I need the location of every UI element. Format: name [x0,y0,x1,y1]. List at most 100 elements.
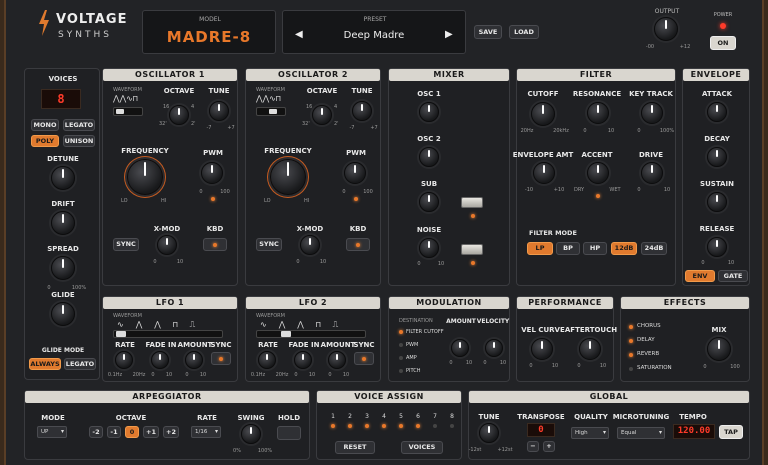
dest-amp[interactable]: AMP [406,355,417,361]
glide-knob[interactable] [51,302,75,326]
keytrack-knob[interactable] [641,102,663,124]
osc2-xmod-knob[interactable] [300,235,320,255]
aftertouch-knob[interactable] [579,338,601,360]
drift-knob[interactable] [51,211,75,235]
arp-hold-button[interactable] [277,426,301,440]
osc1-pwm-knob[interactable] [201,162,223,184]
env-button[interactable]: ENV [685,270,715,282]
always-button[interactable]: ALWAYS [29,358,61,370]
mix-knob[interactable] [707,337,731,361]
osc2-frequency-knob[interactable] [270,159,306,195]
effect-reverb[interactable]: REVERB [637,351,659,357]
lfo1-fadein-knob[interactable] [151,351,169,369]
transpose-plus-button[interactable]: + [543,441,555,452]
mixer-sub-knob[interactable] [419,192,439,212]
arp-swing-knob[interactable] [241,424,261,444]
accent-knob[interactable] [587,162,609,184]
filter-hp-button[interactable]: HP [583,242,607,255]
filter-12db-button[interactable]: 12dB [611,242,637,255]
dest-filter-cutoff[interactable]: FILTER CUTOFF [406,329,444,335]
osc1-xmod-knob[interactable] [157,235,177,255]
osc1-sync-button[interactable]: SYNC [113,238,139,251]
poly-button[interactable]: POLY [31,135,59,147]
microtuning-dropdown[interactable]: Equal [617,427,665,439]
lfo2-amount-knob[interactable] [328,351,346,369]
osc1-kbd-button[interactable] [203,238,227,251]
preset-name[interactable]: Deep Madre [283,30,465,41]
mixer-fader-2[interactable] [461,244,483,255]
osc2-waveform-selector[interactable] [256,107,286,116]
osc1-octave-knob[interactable] [169,105,189,125]
next-preset-icon[interactable]: ▶ [445,29,453,40]
lfo2-sync-button[interactable] [354,352,374,365]
filter-lp-button[interactable]: LP [527,242,553,255]
arp-oct-minus2[interactable]: -2 [89,426,103,438]
quality-dropdown[interactable]: High [571,427,609,439]
arp-oct-plus2[interactable]: +2 [163,426,179,438]
mixer-osc1-knob[interactable] [419,102,439,122]
mono-button[interactable]: MONO [31,119,59,131]
sustain-knob[interactable] [707,192,727,212]
lfo1-waveform-selector[interactable] [113,330,223,338]
osc1-pwm-label: PWM [203,149,223,157]
spread-knob[interactable] [51,256,75,280]
lfo2-fadein-knob[interactable] [294,351,312,369]
quality-label: QUALITY [574,413,608,421]
legato-button[interactable]: LEGATO [63,119,95,131]
glide-legato-button[interactable]: LEGATO [64,358,96,370]
oscillator-2-panel: OSCILLATOR 2 WAVEFORM ⋀⋀∿⊓ OCTAVE 16 4 3… [245,68,381,286]
filter-24db-button[interactable]: 24dB [641,242,667,255]
arp-oct-plus1[interactable]: +1 [143,426,159,438]
gate-button[interactable]: GATE [718,270,748,282]
dest-pwm[interactable]: PWM [406,342,418,348]
detune-knob[interactable] [51,166,75,190]
tempo-display[interactable]: 120.00 [673,424,715,439]
dest-pitch[interactable]: PITCH [406,368,421,374]
osc1-frequency-knob[interactable] [127,159,163,195]
global-tune-knob[interactable] [479,423,499,443]
osc2-kbd-button[interactable] [346,238,370,251]
output-knob[interactable] [654,17,678,41]
voice-voices-button[interactable]: VOICES [401,441,443,454]
lfo2-rate-knob[interactable] [258,351,276,369]
osc2-pwm-knob[interactable] [344,162,366,184]
effect-delay[interactable]: DELAY [637,337,655,343]
arp-oct-minus1[interactable]: -1 [107,426,121,438]
drive-knob[interactable] [641,162,663,184]
unison-button[interactable]: UNISON [63,135,95,147]
tap-button[interactable]: TAP [719,425,743,439]
decay-knob[interactable] [707,147,727,167]
filter-bp-button[interactable]: BP [556,242,580,255]
lfo2-waveform-selector[interactable] [256,330,366,338]
transpose-minus-button[interactable]: − [527,441,539,452]
arp-rate-dropdown[interactable]: 1/16 [191,426,221,438]
arp-oct-0[interactable]: 0 [125,426,139,438]
mixer-noise-knob[interactable] [419,238,439,258]
resonance-knob[interactable] [587,102,609,124]
osc2-tune-knob[interactable] [352,101,372,121]
load-button[interactable]: LOAD [509,25,539,39]
lfo1-sync-button[interactable] [211,352,231,365]
env-amt-knob[interactable] [533,162,555,184]
osc1-waveform-selector[interactable] [113,107,143,116]
osc2-sync-button[interactable]: SYNC [256,238,282,251]
mod-velocity-knob[interactable] [485,339,503,357]
save-button[interactable]: SAVE [474,25,502,39]
arp-mode-dropdown[interactable]: UP [37,426,67,438]
lfo1-rate-knob[interactable] [115,351,133,369]
mixer-fader-1[interactable] [461,197,483,208]
attack-knob[interactable] [707,102,727,122]
mixer-osc2-knob[interactable] [419,147,439,167]
cutoff-knob[interactable] [531,102,555,126]
lfo1-amount-knob[interactable] [185,351,203,369]
power-button[interactable]: ON [710,36,736,50]
effect-chorus[interactable]: CHORUS [637,323,661,329]
release-knob[interactable] [707,237,727,257]
osc1-tune-knob[interactable] [209,101,229,121]
voice-reset-button[interactable]: RESET [335,441,375,454]
velcurve-knob[interactable] [531,338,553,360]
release-max: 10 [727,260,735,266]
mod-amount-knob[interactable] [451,339,469,357]
osc2-octave-knob[interactable] [312,105,332,125]
effect-saturation[interactable]: SATURATION [637,365,672,371]
